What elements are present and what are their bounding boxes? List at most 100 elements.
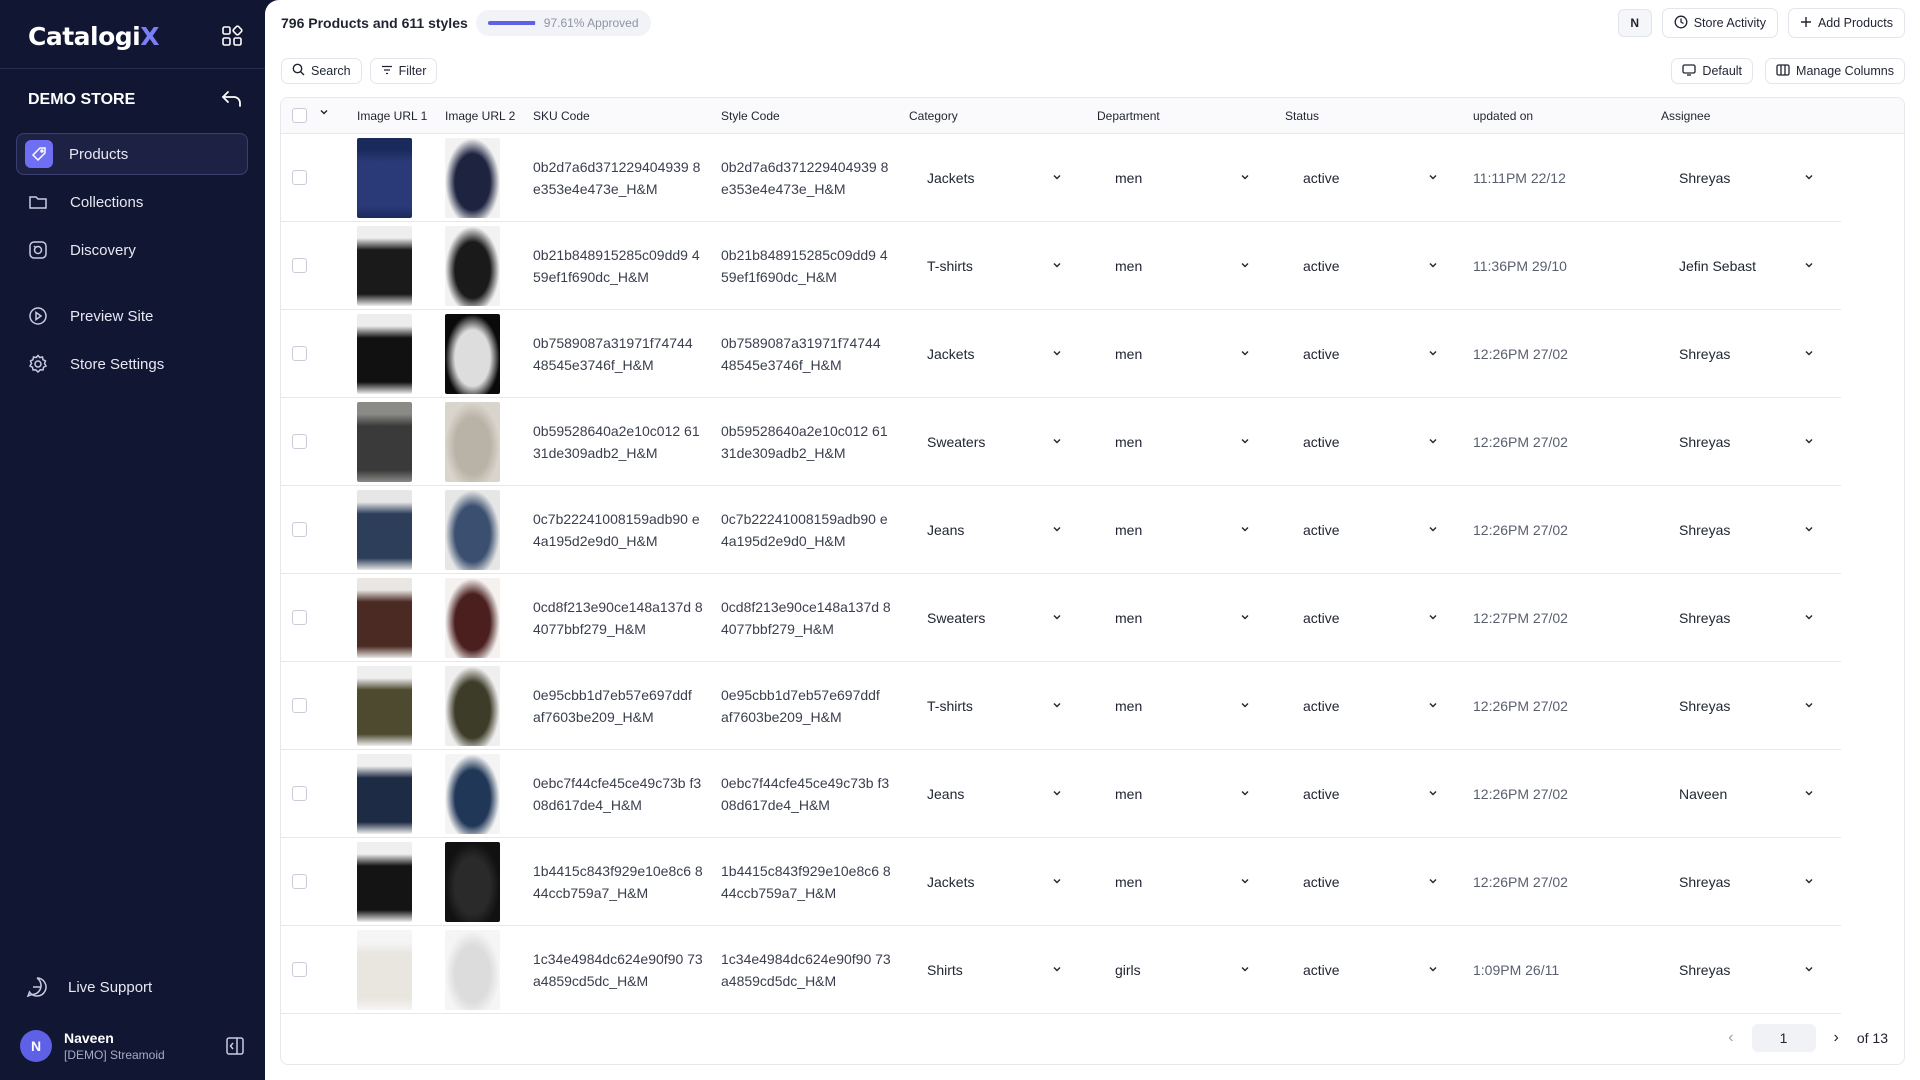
add-products-button[interactable]: Add Products: [1787, 8, 1905, 38]
product-image-2[interactable]: [445, 138, 500, 218]
department-select[interactable]: men: [1115, 254, 1251, 278]
assignee-select[interactable]: Shreyas: [1679, 870, 1815, 894]
department-select[interactable]: men: [1115, 606, 1251, 630]
select-all-checkbox[interactable]: [292, 108, 307, 123]
department-select[interactable]: men: [1115, 518, 1251, 542]
product-image-1[interactable]: [357, 930, 412, 1010]
department-select[interactable]: men: [1115, 782, 1251, 806]
status-select[interactable]: active: [1303, 606, 1439, 630]
product-image-1[interactable]: [357, 402, 412, 482]
product-image-1[interactable]: [357, 138, 412, 218]
table-row[interactable]: 0e95cbb1d7eb57e697ddf af7603be209_H&M 0e9…: [281, 662, 1841, 750]
col-header-sku-code[interactable]: SKU Code: [533, 109, 590, 123]
assignee-select[interactable]: Jefin Sebast: [1679, 254, 1815, 278]
product-image-2[interactable]: [445, 314, 500, 394]
sidebar-item-preview-site[interactable]: Preview Site: [16, 295, 248, 337]
user-profile[interactable]: N Naveen [DEMO] Streamoid: [20, 1024, 245, 1068]
table-row[interactable]: 1b4415c843f929e10e8c6 844ccb759a7_H&M 1b4…: [281, 838, 1841, 926]
category-select[interactable]: Sweaters: [927, 430, 1063, 454]
row-checkbox[interactable]: [292, 258, 307, 273]
product-image-2[interactable]: [445, 402, 500, 482]
col-header-category[interactable]: Category: [909, 109, 958, 123]
category-select[interactable]: Jackets: [927, 870, 1063, 894]
assignee-select[interactable]: Shreyas: [1679, 606, 1815, 630]
product-image-1[interactable]: [357, 490, 412, 570]
category-select[interactable]: Jackets: [927, 166, 1063, 190]
assignee-select[interactable]: Shreyas: [1679, 518, 1815, 542]
product-image-2[interactable]: [445, 490, 500, 570]
status-select[interactable]: active: [1303, 430, 1439, 454]
status-select[interactable]: active: [1303, 870, 1439, 894]
col-header-updated-on[interactable]: updated on: [1473, 109, 1533, 123]
category-select[interactable]: Jeans: [927, 782, 1063, 806]
row-checkbox[interactable]: [292, 962, 307, 977]
product-image-2[interactable]: [445, 666, 500, 746]
assignee-select[interactable]: Shreyas: [1679, 694, 1815, 718]
col-header-department[interactable]: Department: [1097, 109, 1160, 123]
prev-page-icon[interactable]: ‹: [1728, 1029, 1733, 1047]
filter-button[interactable]: Filter: [369, 58, 438, 84]
table-row[interactable]: 1c34e4984dc624e90f90 73a4859cd5dc_H&M 1c3…: [281, 926, 1841, 1014]
status-select[interactable]: active: [1303, 958, 1439, 982]
user-badge[interactable]: N: [1617, 9, 1652, 37]
status-select[interactable]: active: [1303, 342, 1439, 366]
assignee-select[interactable]: Shreyas: [1679, 342, 1815, 366]
category-select[interactable]: Shirts: [927, 958, 1063, 982]
table-row[interactable]: 0ebc7f44cfe45ce49c73b f308d617de4_H&M 0eb…: [281, 750, 1841, 838]
product-image-1[interactable]: [357, 578, 412, 658]
sidebar-item-products[interactable]: Products: [16, 133, 248, 175]
sidebar-item-store-settings[interactable]: Store Settings: [16, 343, 248, 385]
category-select[interactable]: Jeans: [927, 518, 1063, 542]
department-select[interactable]: men: [1115, 342, 1251, 366]
table-row[interactable]: 0b21b848915285c09dd9 459ef1f690dc_H&M 0b2…: [281, 222, 1841, 310]
status-select[interactable]: active: [1303, 254, 1439, 278]
product-image-1[interactable]: [357, 226, 412, 306]
logo[interactable]: CatalogiX: [28, 22, 160, 51]
select-menu-chevron-icon[interactable]: [318, 106, 330, 121]
department-select[interactable]: men: [1115, 166, 1251, 190]
next-page-icon[interactable]: ›: [1834, 1029, 1839, 1047]
table-row[interactable]: 0cd8f213e90ce148a137d 84077bbf279_H&M 0cd…: [281, 574, 1841, 662]
table-row[interactable]: 0b59528640a2e10c012 6131de309adb2_H&M 0b5…: [281, 398, 1841, 486]
row-checkbox[interactable]: [292, 170, 307, 185]
table-row[interactable]: 0b7589087a31971f74744 48545e3746f_H&M 0b7…: [281, 310, 1841, 398]
row-checkbox[interactable]: [292, 522, 307, 537]
department-select[interactable]: girls: [1115, 958, 1251, 982]
row-checkbox[interactable]: [292, 346, 307, 361]
store-activity-button[interactable]: Store Activity: [1661, 8, 1778, 38]
assignee-select[interactable]: Shreyas: [1679, 166, 1815, 190]
department-select[interactable]: men: [1115, 430, 1251, 454]
assignee-select[interactable]: Shreyas: [1679, 430, 1815, 454]
product-image-1[interactable]: [357, 754, 412, 834]
status-select[interactable]: active: [1303, 518, 1439, 542]
manage-columns-button[interactable]: Manage Columns: [1765, 58, 1905, 84]
department-select[interactable]: men: [1115, 694, 1251, 718]
product-image-2[interactable]: [445, 930, 500, 1010]
assignee-select[interactable]: Shreyas: [1679, 958, 1815, 982]
assignee-select[interactable]: Naveen: [1679, 782, 1815, 806]
product-image-1[interactable]: [357, 666, 412, 746]
status-select[interactable]: active: [1303, 694, 1439, 718]
current-page-input[interactable]: 1: [1751, 1024, 1816, 1052]
product-image-2[interactable]: [445, 578, 500, 658]
live-support-link[interactable]: Live Support: [26, 976, 152, 998]
sidebar-item-collections[interactable]: Collections: [16, 181, 248, 223]
default-view-button[interactable]: Default: [1671, 58, 1754, 84]
category-select[interactable]: Sweaters: [927, 606, 1063, 630]
col-header-status[interactable]: Status: [1285, 109, 1319, 123]
col-header-image-url-1[interactable]: Image URL 1: [357, 109, 427, 123]
row-checkbox[interactable]: [292, 874, 307, 889]
apps-grid-icon[interactable]: [221, 25, 243, 47]
row-checkbox[interactable]: [292, 698, 307, 713]
table-row[interactable]: 0b2d7a6d371229404939 8e353e4e473e_H&M 0b2…: [281, 134, 1841, 222]
category-select[interactable]: T-shirts: [927, 254, 1063, 278]
sidebar-item-discovery[interactable]: Discovery: [16, 229, 248, 271]
back-arrow-icon[interactable]: [221, 89, 243, 112]
col-header-image-url-2[interactable]: Image URL 2: [445, 109, 515, 123]
sidebar-collapse-icon[interactable]: [225, 1036, 245, 1056]
row-checkbox[interactable]: [292, 610, 307, 625]
row-checkbox[interactable]: [292, 786, 307, 801]
product-image-1[interactable]: [357, 842, 412, 922]
product-image-1[interactable]: [357, 314, 412, 394]
col-header-assignee[interactable]: Assignee: [1661, 109, 1710, 123]
